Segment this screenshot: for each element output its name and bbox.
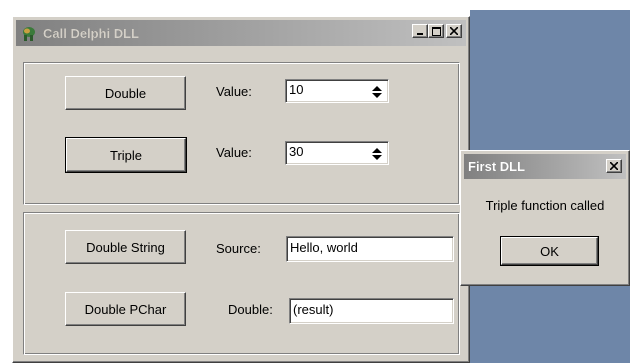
window-title: Call Delphi DLL bbox=[43, 25, 140, 41]
value-spinedit-1[interactable]: 10 bbox=[285, 79, 389, 103]
main-titlebar[interactable]: Call Delphi DLL bbox=[16, 20, 466, 46]
value-1: 10 bbox=[289, 82, 304, 97]
ok-button-label: OK bbox=[540, 243, 559, 259]
source-label: Source: bbox=[216, 241, 261, 256]
minimize-icon bbox=[417, 33, 423, 35]
value-label-2: Value: bbox=[216, 145, 252, 160]
dialog-message: Triple function called bbox=[485, 198, 605, 213]
double-pchar-button[interactable]: Double PChar bbox=[65, 292, 186, 326]
maximize-icon bbox=[431, 26, 441, 36]
dialog-close-button[interactable] bbox=[606, 159, 622, 173]
value-label-1: Value: bbox=[216, 84, 252, 99]
main-window: Call Delphi DLL Double Value: 10 Triple … bbox=[12, 16, 470, 363]
message-dialog: First DLL Triple function called OK bbox=[460, 150, 630, 286]
triple-button-label: Triple bbox=[109, 147, 143, 163]
value-spinedit-2[interactable]: 30 bbox=[285, 141, 389, 165]
triple-button[interactable]: Triple bbox=[65, 137, 187, 173]
dialog-titlebar[interactable]: First DLL bbox=[464, 154, 626, 179]
double-pchar-button-label: Double PChar bbox=[84, 301, 167, 317]
value-2: 30 bbox=[289, 144, 304, 159]
double-button-label: Double bbox=[104, 85, 147, 101]
close-icon bbox=[450, 27, 458, 35]
maximize-button[interactable] bbox=[428, 24, 444, 38]
double-button[interactable]: Double bbox=[65, 76, 186, 110]
double-result-field[interactable]: (result) bbox=[289, 298, 454, 324]
app-icon bbox=[20, 25, 37, 42]
spin-arrows-icon[interactable] bbox=[372, 147, 382, 161]
ok-button[interactable]: OK bbox=[500, 236, 599, 266]
close-icon bbox=[610, 162, 618, 170]
spin-arrows-icon[interactable] bbox=[372, 85, 382, 99]
double-string-button[interactable]: Double String bbox=[65, 230, 186, 264]
double-label: Double: bbox=[228, 302, 273, 317]
close-button[interactable] bbox=[446, 24, 462, 38]
minimize-button[interactable] bbox=[412, 24, 428, 38]
source-input[interactable]: Hello, world bbox=[286, 236, 454, 262]
dialog-title: First DLL bbox=[468, 159, 526, 174]
double-string-button-label: Double String bbox=[86, 239, 165, 255]
